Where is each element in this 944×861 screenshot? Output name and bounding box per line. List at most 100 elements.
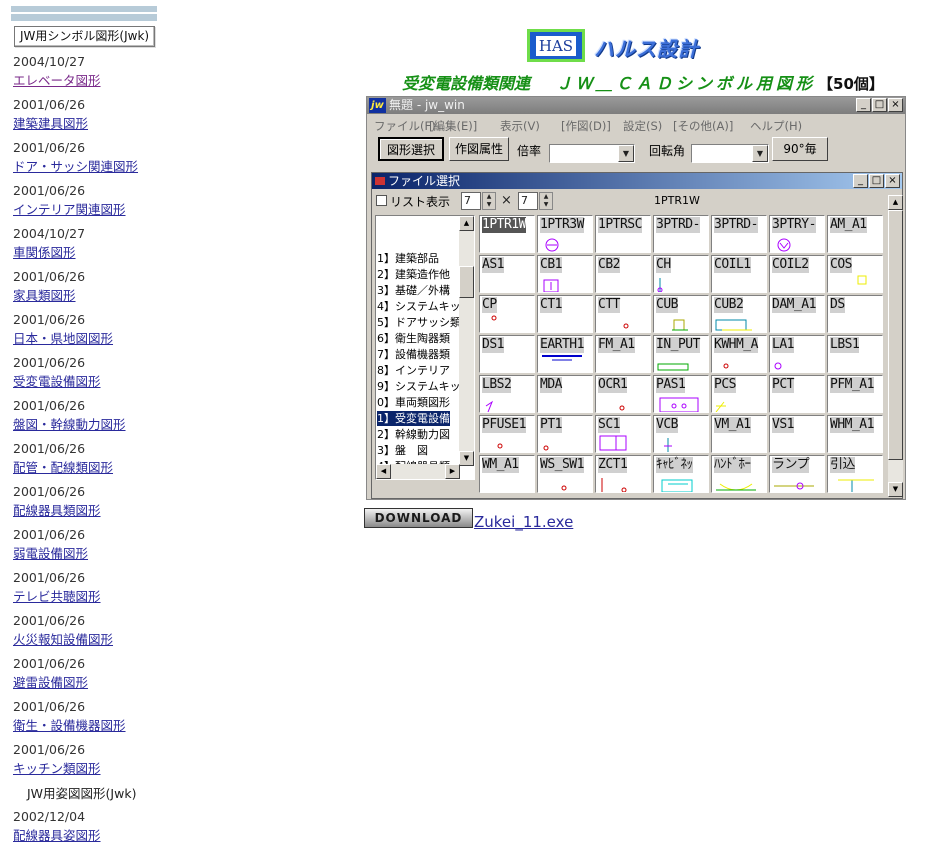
jw-menubar: ファイル(F) [編集(E)] 表示(V) [作図(D)] 設定(S) [その他(A)] ヘ…: [367, 116, 905, 134]
symbol-cell: IN_PUT: [653, 335, 709, 373]
entry-link[interactable]: 火災報知設備図形: [13, 632, 113, 647]
file-select-dialog: ファイル選択 _ □ × リスト表示 7 ▲▼ × 7 ▲▼ 1PTR1W 5】…: [371, 172, 903, 499]
maximize-icon: □: [869, 174, 884, 188]
sidebar-entry: 2001/06/26 盤図・幹線動力図形: [13, 398, 138, 441]
download-button[interactable]: DOWNLOAD: [364, 508, 473, 528]
symbol-name: DAM_A1: [772, 297, 816, 313]
sidebar-entry: 2001/06/26 ドア・サッシ関連図形: [13, 140, 138, 183]
dialog-app-icon: [375, 177, 385, 185]
entry-link[interactable]: 配線器具類図形: [13, 503, 101, 518]
menu-item: [その他(A)]: [673, 119, 734, 133]
figure-entry-list: 2002/12/04 配線器具姿図形: [13, 809, 101, 852]
entry-link[interactable]: テレビ共聴図形: [13, 589, 101, 604]
entry-date: 2001/06/26: [13, 613, 86, 628]
category-item: 3】基礎／外構: [377, 284, 450, 297]
scroll-up-icon: ▲: [459, 216, 474, 231]
symbol-cell: COIL2: [769, 255, 825, 293]
symbol-name: ランプ: [772, 457, 810, 473]
entry-link[interactable]: 受変電設備図形: [13, 374, 101, 389]
entry-link[interactable]: キッチン類図形: [13, 761, 101, 776]
shape-select-button: 図形選択: [378, 137, 444, 161]
symbol-name: DS1: [482, 337, 504, 353]
entry-link[interactable]: 日本・県地図図形: [13, 331, 113, 346]
symbol-name: MDA: [540, 377, 562, 393]
entry-date: 2001/06/26: [13, 656, 86, 671]
symbol-name: LBS1: [830, 337, 860, 353]
sidebar-entry: 2001/06/26 受変電設備図形: [13, 355, 138, 398]
menu-item: ヘルプ(H): [750, 119, 803, 133]
download-file-link[interactable]: Zukei_11.exe: [474, 513, 573, 531]
symbol-cell: MDA: [537, 375, 593, 413]
entry-link[interactable]: 家具類図形: [13, 288, 76, 303]
dialog-options-row: リスト表示 7 ▲ ▼ × 7 ▲ ▼ 1PTR1W: [374, 192, 900, 210]
menu-item: [編集(E)]: [429, 119, 478, 133]
symbol-cell: CP: [479, 295, 535, 333]
sidebar-entry: 2001/06/26 配線器具類図形: [13, 484, 138, 527]
symbol-cell: ﾊﾝﾄﾞﾎｰ: [711, 455, 767, 493]
rotate-90-button: 90°毎: [772, 137, 828, 161]
scroll-left-icon: ◀: [376, 464, 391, 479]
symbol-cell: CB1: [537, 255, 593, 293]
entry-date: 2004/10/27: [13, 226, 86, 241]
symbol-cell: 1PTR1W: [479, 215, 535, 253]
section-heading-symbols[interactable]: JW用シンボル図形(Jwk): [14, 26, 156, 47]
symbol-cell: WM_A1: [479, 455, 535, 493]
list-display-label: リスト表示: [390, 195, 451, 209]
entry-link[interactable]: 避雷設備図形: [13, 675, 88, 690]
entry-link[interactable]: ドア・サッシ関連図形: [13, 159, 138, 174]
symbol-name: PCT: [772, 377, 794, 393]
entry-date: 2001/06/26: [13, 398, 86, 413]
symbol-name: 3PTRD-: [656, 217, 700, 233]
minimize-icon: _: [853, 174, 868, 188]
columns-spinner: 7: [461, 192, 481, 210]
symbol-name: COIL1: [714, 257, 751, 273]
symbol-cell: CT1: [537, 295, 593, 333]
sidebar-entry: 2004/10/27 車関係図形: [13, 226, 138, 269]
symbol-cell: EARTH1: [537, 335, 593, 373]
entry-link[interactable]: 衛生・設備機器図形: [13, 718, 126, 733]
symbol-cell: 1PTRSC: [595, 215, 651, 253]
symbol-cell: KWHM_A: [711, 335, 767, 373]
scale-combo: ▼: [549, 144, 635, 163]
sidebar-entry: 2001/06/26 テレビ共聴図形: [13, 570, 138, 613]
sidebar-entry: 2001/06/26 火災報知設備図形: [13, 613, 138, 656]
menu-item: ファイル(F): [374, 119, 436, 133]
spin-arrows-icon: ▲ ▼: [482, 192, 496, 210]
category-item: 5】ドアサッシ類: [377, 316, 461, 329]
section-heading-figures: JW用姿図図形(Jwk): [27, 786, 137, 801]
symbol-cell: CUB2: [711, 295, 767, 333]
entry-link[interactable]: 弱電設備図形: [13, 546, 88, 561]
scroll-down-icon: ▼: [459, 451, 474, 466]
draw-attribute-button: 作図属性: [449, 137, 509, 161]
symbol-name: AS1: [482, 257, 504, 273]
page-title-subject: ＪＷ＿ＣＡＤシンボル用図形: [556, 74, 817, 93]
symbol-name: LA1: [772, 337, 794, 353]
entry-link[interactable]: 建築建具図形: [13, 116, 88, 131]
category-item: 1】建築部品: [377, 252, 439, 265]
grid-scrollbar: ▲ ▼: [888, 195, 903, 497]
entry-link[interactable]: 車関係図形: [13, 245, 76, 260]
entry-link[interactable]: エレベータ図形: [13, 73, 101, 88]
jw-window-screenshot: jw 無題 - jw_win _ □ × ファイル(F) [編集(E)] 表示(V)…: [366, 96, 906, 500]
symbol-name: PT1: [540, 417, 562, 433]
symbol-cell: VS1: [769, 415, 825, 453]
entry-link[interactable]: 配管・配線類図形: [13, 460, 113, 475]
category-scrollbar: ▲ ▼: [459, 216, 474, 466]
scroll-thumb: [888, 210, 903, 460]
dialog-title: ファイル選択: [388, 174, 461, 188]
symbol-name: COS: [830, 257, 852, 273]
symbol-name: CB1: [540, 257, 562, 273]
symbol-cell: PFM_A1: [827, 375, 883, 413]
entry-link[interactable]: インテリア関連図形: [13, 202, 126, 217]
symbol-name: 3PTRY-: [772, 217, 816, 233]
symbol-cell: CTT: [595, 295, 651, 333]
symbol-name: PCS: [714, 377, 736, 393]
symbol-name: CUB2: [714, 297, 744, 313]
entry-date: 2001/06/26: [13, 441, 86, 456]
symbol-cell: SC1: [595, 415, 651, 453]
jw-window-title: 無題 - jw_win: [389, 98, 465, 112]
entry-link[interactable]: 配線器具姿図形: [13, 828, 101, 843]
has-logo-text: HAS: [535, 35, 577, 56]
entry-link[interactable]: 盤図・幹線動力図形: [13, 417, 126, 432]
maximize-icon: □: [872, 98, 887, 112]
